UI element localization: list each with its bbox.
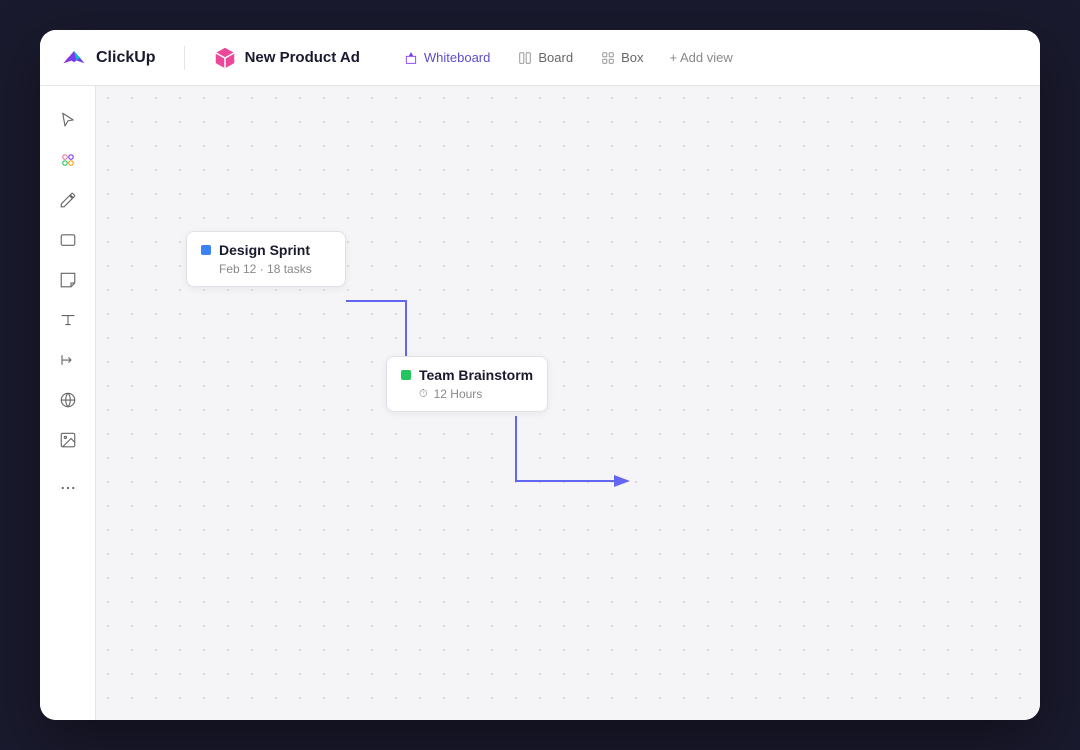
tool-globe[interactable] xyxy=(50,382,86,418)
globe-icon xyxy=(59,391,77,409)
card-design-sprint[interactable]: Design Sprint Feb 12 · 18 tasks xyxy=(186,231,346,287)
main-content: Design Sprint Feb 12 · 18 tasks Team Bra… xyxy=(40,86,1040,720)
tool-magic[interactable] xyxy=(50,142,86,178)
card-dot-blue xyxy=(201,245,211,255)
card-title-design-sprint: Design Sprint xyxy=(219,242,310,258)
tool-pen[interactable] xyxy=(50,182,86,218)
tab-box-label: Box xyxy=(621,50,643,65)
rectangle-icon xyxy=(59,231,77,249)
tab-board[interactable]: Board xyxy=(506,44,585,71)
card-meta-text-team-brainstorm: 12 Hours xyxy=(434,387,483,401)
tab-board-label: Board xyxy=(538,50,573,65)
more-icon xyxy=(59,479,77,497)
clock-icon: ⏱ xyxy=(419,388,428,401)
pen-icon xyxy=(59,191,77,209)
image-icon xyxy=(59,431,77,449)
board-tab-icon xyxy=(518,51,532,65)
header: ClickUp New Product Ad Whiteboard xyxy=(40,30,1040,86)
sticky-note-icon xyxy=(59,271,77,289)
whiteboard-tab-icon xyxy=(404,51,418,65)
tab-whiteboard[interactable]: Whiteboard xyxy=(392,44,502,71)
card-dot-green xyxy=(401,370,411,380)
box-tab-icon xyxy=(601,51,615,65)
card-team-brainstorm[interactable]: Team Brainstorm ⏱ 12 Hours xyxy=(386,356,548,412)
tool-sticky[interactable] xyxy=(50,262,86,298)
tool-rectangle[interactable] xyxy=(50,222,86,258)
nav-tabs: Whiteboard Board Box + Add view xyxy=(392,44,743,71)
tab-whiteboard-label: Whiteboard xyxy=(424,50,490,65)
card-meta-design-sprint: Feb 12 · 18 tasks xyxy=(219,262,331,276)
whiteboard-canvas[interactable]: Design Sprint Feb 12 · 18 tasks Team Bra… xyxy=(96,86,1040,720)
card-title-team-brainstorm: Team Brainstorm xyxy=(419,367,533,383)
tool-connector[interactable] xyxy=(50,342,86,378)
magic-icon xyxy=(59,151,77,169)
connector-svg xyxy=(96,86,1040,720)
card-meta-team-brainstorm: ⏱ 12 Hours xyxy=(419,387,533,401)
logo-area: ClickUp xyxy=(60,44,156,72)
card-header-design-sprint: Design Sprint xyxy=(201,242,331,258)
app-window: ClickUp New Product Ad Whiteboard xyxy=(40,30,1040,720)
tool-cursor[interactable] xyxy=(50,102,86,138)
project-cube-icon xyxy=(213,46,237,70)
tool-image[interactable] xyxy=(50,422,86,458)
tab-box[interactable]: Box xyxy=(589,44,655,71)
project-title: New Product Ad xyxy=(245,49,360,66)
tool-text[interactable] xyxy=(50,302,86,338)
clickup-logo-icon xyxy=(60,44,88,72)
tool-more[interactable] xyxy=(50,470,86,506)
add-view-button[interactable]: + Add view xyxy=(659,44,742,71)
toolbar-sidebar xyxy=(40,86,96,720)
card-header-team-brainstorm: Team Brainstorm xyxy=(401,367,533,383)
header-divider xyxy=(184,46,185,70)
card-meta-text-design-sprint: Feb 12 · 18 tasks xyxy=(219,262,312,276)
cursor-icon xyxy=(59,111,77,129)
connector-icon xyxy=(59,351,77,369)
logo-text: ClickUp xyxy=(96,49,156,67)
text-icon xyxy=(59,311,77,329)
project-area: New Product Ad xyxy=(213,46,360,70)
add-view-label: + Add view xyxy=(669,50,732,65)
